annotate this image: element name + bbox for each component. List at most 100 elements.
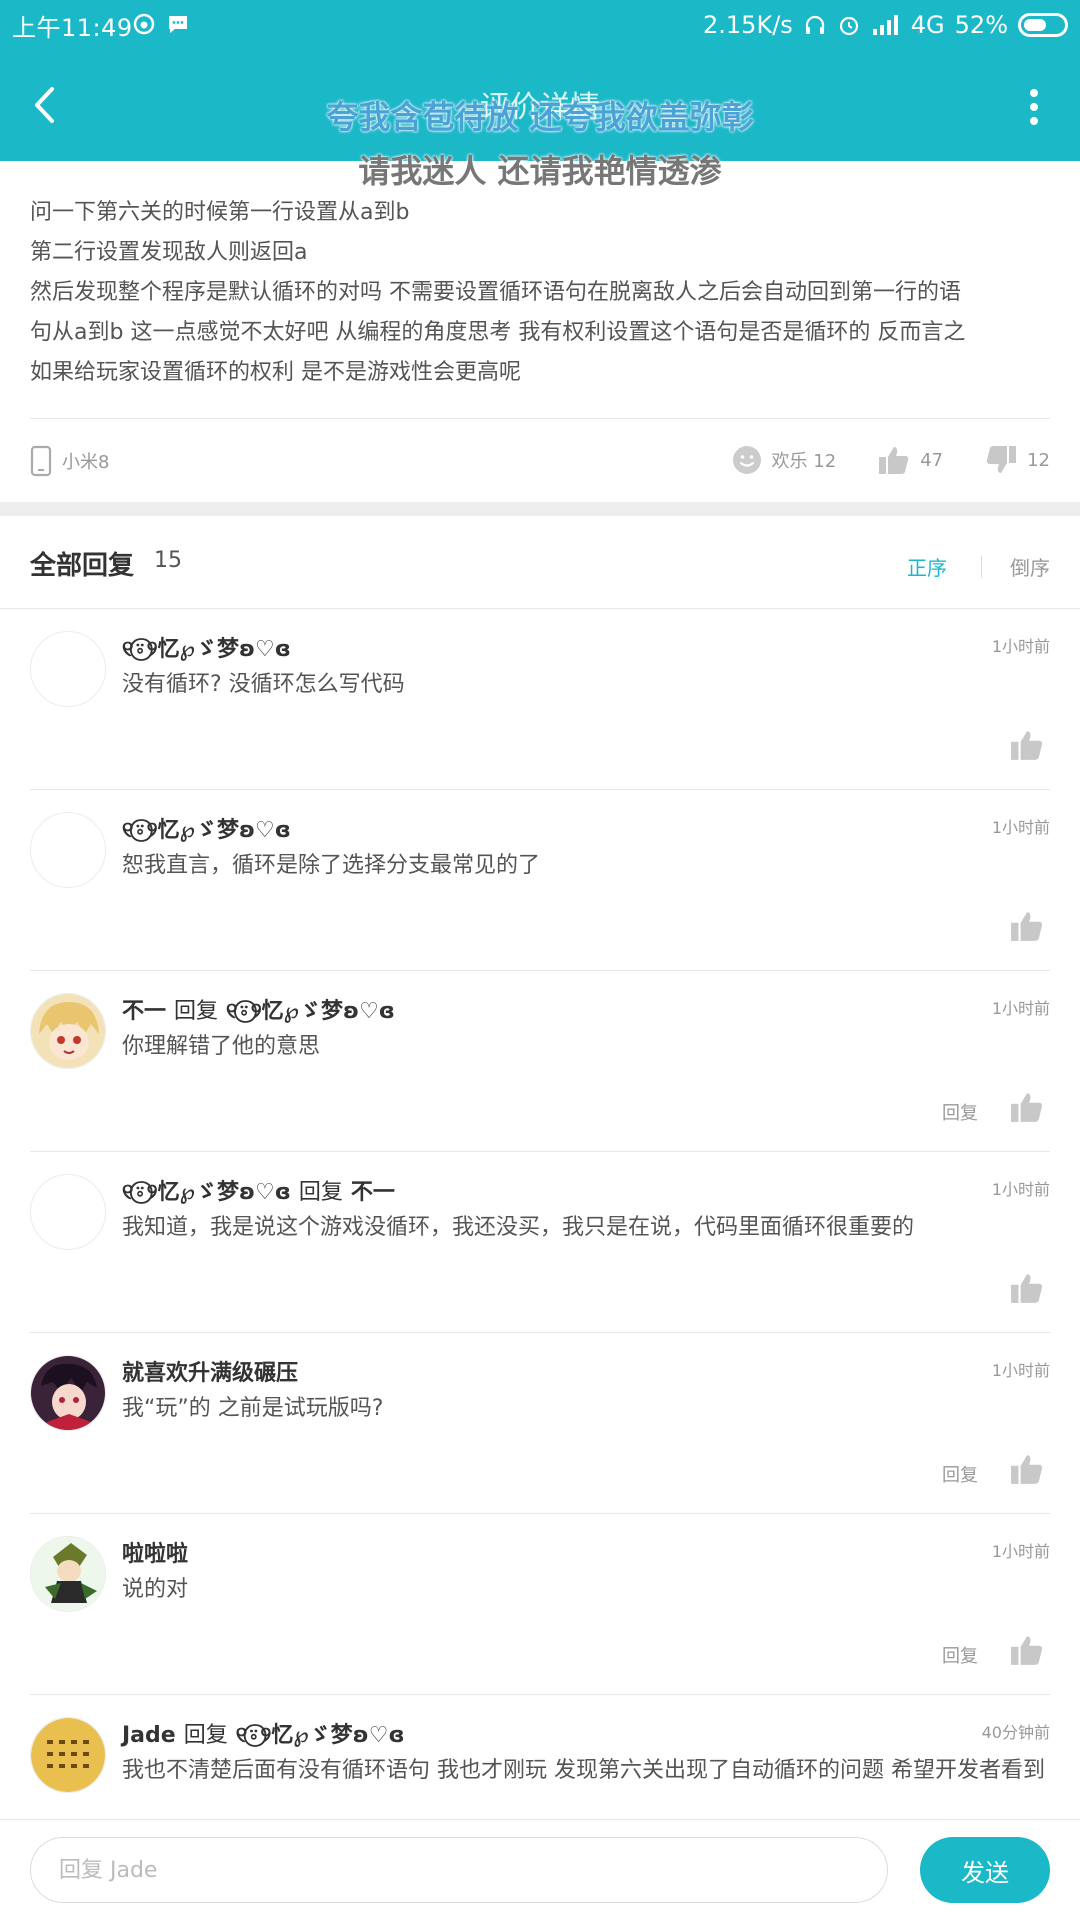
reply-time: 1小时前: [991, 818, 1050, 837]
review-meta-row: 小米8 欢乐 12 47 12: [30, 418, 1050, 502]
avatar[interactable]: [30, 1174, 106, 1250]
like-icon[interactable]: [1010, 1271, 1044, 1305]
reply-author: ୧⍤⃝୨忆℘ゞ梦ʚ♡ɞ: [122, 812, 307, 844]
reply-author: 啦啦啦: [122, 1536, 204, 1568]
avatar[interactable]: [30, 1536, 106, 1612]
reply-text: 我也不清楚后面有没有循环语句 我也才刚玩 发现第六关出现了自动循环的问题 希望开…: [122, 1758, 1045, 1783]
author-name[interactable]: Jade: [122, 1723, 176, 1748]
reply-target-name[interactable]: ୧⍤⃝୨忆℘ゞ梦ʚ♡ɞ: [236, 1723, 405, 1748]
net-speed: 2.15K/s: [703, 11, 793, 39]
reply-item: 啦啦啦 1小时前 说的对 回复: [30, 1514, 1050, 1695]
review-line: 句从a到b 这一点感觉不太好吧 从编程的角度思考 我有权利设置这个语句是否是循环…: [30, 320, 966, 345]
reply-author: Jade 回复 ୧⍤⃝୨忆℘ゞ梦ʚ♡ɞ: [122, 1717, 405, 1749]
reply-text: 你理解错了他的意思: [122, 1034, 321, 1059]
lyric-overlay-line-2: 请我迷人 还请我艳情透渗: [358, 152, 722, 190]
fun-count: 欢乐 12: [771, 451, 837, 472]
reply-author: ୧⍤⃝୨忆℘ゞ梦ʚ♡ɞ 回复 不一: [122, 1174, 395, 1206]
section-divider: [0, 502, 1080, 516]
author-name[interactable]: ୧⍤⃝୨忆℘ゞ梦ʚ♡ɞ: [122, 637, 291, 662]
reply-item: 不一 回复 ୧⍤⃝୨忆℘ゞ梦ʚ♡ɞ 1小时前 你理解错了他的意思 回复: [30, 971, 1050, 1152]
dislike-count: 12: [1027, 449, 1050, 471]
lyric-overlay-line-1: 夸我含苞待放 还夸我欲盖弥彰: [326, 98, 754, 136]
smile-icon: [732, 446, 761, 474]
like-icon[interactable]: [1010, 728, 1044, 762]
replies-header: 全部回复 15 正序 倒序: [0, 516, 1080, 609]
reply-time: 40分钟前: [981, 1723, 1050, 1742]
phone-icon: [30, 445, 52, 477]
reply-to-label: 回复: [174, 999, 219, 1024]
reply-time: 1小时前: [991, 1180, 1050, 1199]
headphones-icon: [805, 15, 824, 34]
avatar[interactable]: [30, 1717, 106, 1793]
sort-toggle: 正序 倒序: [907, 552, 1050, 581]
sort-ascending-button[interactable]: 正序: [907, 552, 947, 581]
like-reaction-button[interactable]: 47: [878, 445, 943, 475]
reply-button[interactable]: 回复: [942, 1642, 978, 1668]
reply-item: ୧⍤⃝୨忆℘ゞ梦ʚ♡ɞ 回复 不一 1小时前 我知道，我是说这个游戏没循环，我还没买…: [30, 1152, 1050, 1333]
reply-button[interactable]: 回复: [942, 1461, 978, 1487]
avatar[interactable]: [30, 993, 106, 1069]
reply-text: 说的对: [122, 1577, 189, 1602]
reply-target-name[interactable]: 不一: [351, 1180, 395, 1205]
device-info: 小米8: [30, 445, 109, 477]
avatar[interactable]: [30, 1355, 106, 1431]
review-line: 问一下第六关的时候第一行设置从a到b: [30, 200, 410, 225]
reply-input-bar: 发送: [0, 1819, 1080, 1920]
review-line: 第二行设置发现敌人则返回a: [30, 240, 308, 265]
sort-separator: [981, 555, 982, 578]
reply-item: ୧⍤⃝୨忆℘ゞ梦ʚ♡ɞ 1小时前 恕我直言，循环是除了选择分支最常见的了: [30, 790, 1050, 971]
like-icon[interactable]: [1010, 909, 1044, 943]
reaction-bar: 欢乐 12 47 12: [690, 445, 1050, 475]
avatar[interactable]: [30, 812, 106, 888]
author-name[interactable]: 不一: [122, 999, 166, 1024]
reply-author: 不一 回复 ୧⍤⃝୨忆℘ゞ梦ʚ♡ɞ: [122, 993, 395, 1025]
author-name[interactable]: 啦啦啦: [122, 1542, 188, 1567]
reply-text: 没有循环? 没循环怎么写代码: [122, 672, 405, 697]
battery-icon: [1018, 13, 1068, 37]
replies-title: 全部回复: [30, 551, 135, 581]
reply-time: 1小时前: [991, 1542, 1050, 1561]
author-name[interactable]: 就喜欢升满级碾压: [122, 1361, 298, 1386]
fun-reaction-button[interactable]: 欢乐 12: [732, 445, 837, 475]
reply-target-name[interactable]: ୧⍤⃝୨忆℘ゞ梦ʚ♡ɞ: [226, 999, 395, 1024]
review-content: 问一下第六关的时候第一行设置从a到b 第二行设置发现敌人则返回a 然后发现整个程…: [30, 193, 1050, 393]
reply-input[interactable]: [30, 1837, 888, 1903]
like-icon[interactable]: [1010, 1452, 1044, 1486]
anime-character-avatar-icon: [31, 1356, 105, 1430]
reply-button[interactable]: 回复: [942, 1099, 978, 1125]
calligraphy-avatar-icon: [31, 1718, 105, 1792]
signal-icon: [872, 15, 898, 35]
battery-percent: 52%: [954, 11, 1008, 39]
review-line: 如果给玩家设置循环的权利 是不是游戏性会更高呢: [30, 360, 521, 385]
status-indicators: 2.15K/s 4G 52%: [703, 8, 1068, 42]
reply-text: 我知道，我是说这个游戏没循环，我还没买，我只是在说，代码里面循环很重要的: [122, 1215, 915, 1240]
send-button[interactable]: 发送: [920, 1837, 1050, 1903]
reply-author: 就喜欢升满级碾压: [122, 1355, 314, 1387]
reply-text: 恕我直言，循环是除了选择分支最常见的了: [122, 853, 541, 878]
review-line: 然后发现整个程序是默认循环的对吗 不需要设置循环语句在脱离敌人之后会自动回到第一…: [30, 280, 961, 305]
thumbs-up-icon: [879, 447, 909, 474]
character-avatar-icon: [31, 1537, 105, 1611]
status-bar: 上午11:49 2.15K/s 4G 52%: [0, 0, 1080, 50]
dislike-reaction-button[interactable]: 12: [985, 445, 1050, 475]
like-icon[interactable]: [1010, 1633, 1044, 1667]
reply-time: 1小时前: [991, 999, 1050, 1018]
reply-time: 1小时前: [991, 1361, 1050, 1380]
network-type: 4G: [910, 11, 945, 39]
reply-item: ୧⍤⃝୨忆℘ゞ梦ʚ♡ɞ 1小时前 没有循环? 没循环怎么写代码: [30, 609, 1050, 790]
author-name[interactable]: ୧⍤⃝୨忆℘ゞ梦ʚ♡ɞ: [122, 1180, 291, 1205]
like-icon[interactable]: [1010, 1090, 1044, 1124]
reply-text: 我“玩”的 之前是试玩版吗?: [122, 1396, 384, 1421]
like-count: 47: [920, 449, 944, 471]
reply-to-label: 回复: [298, 1180, 343, 1205]
reply-to-label: 回复: [183, 1723, 228, 1748]
author-name[interactable]: ୧⍤⃝୨忆℘ゞ梦ʚ♡ɞ: [122, 818, 291, 843]
replies-count: 15: [154, 548, 182, 573]
reply-author: ୧⍤⃝୨忆℘ゞ梦ʚ♡ɞ: [122, 631, 307, 663]
avatar[interactable]: [30, 631, 106, 707]
status-time: 上午11:49: [12, 14, 133, 42]
reply-item: 就喜欢升满级碾压 1小时前 我“玩”的 之前是试玩版吗? 回复: [30, 1333, 1050, 1514]
reply-time: 1小时前: [991, 637, 1050, 656]
sort-descending-button[interactable]: 倒序: [1010, 552, 1050, 581]
app-notification-icon: [133, 13, 155, 35]
